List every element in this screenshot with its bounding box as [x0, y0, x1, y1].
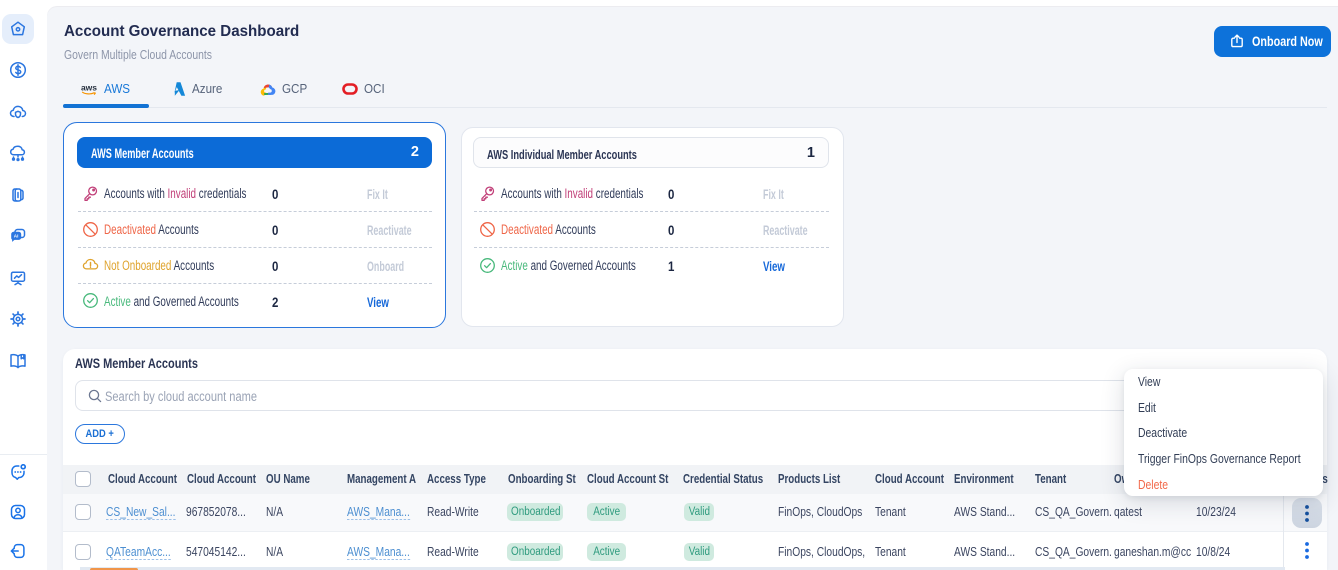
svg-text:aws: aws: [81, 83, 97, 93]
svg-text:AI: AI: [14, 234, 19, 239]
